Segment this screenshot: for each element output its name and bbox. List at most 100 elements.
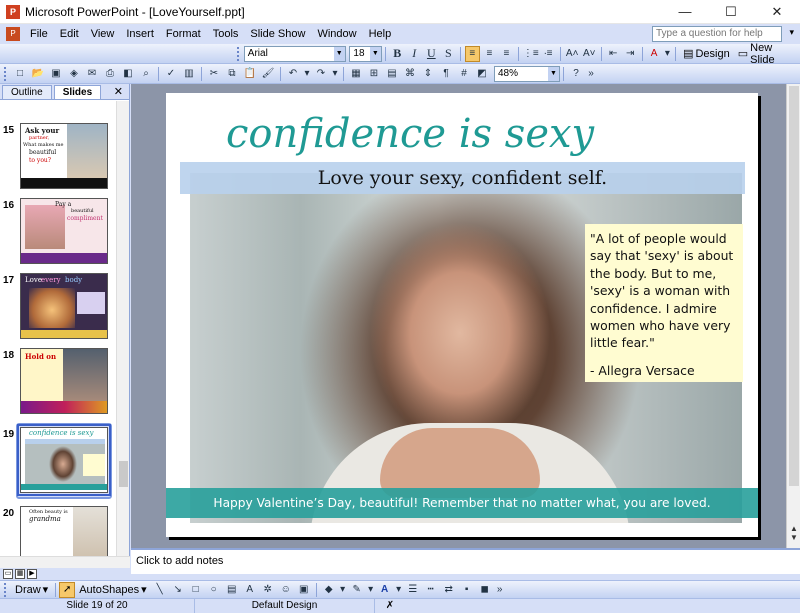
wordart-icon[interactable]: A (242, 582, 258, 598)
align-center-icon[interactable]: ≡ (482, 46, 497, 62)
quote-textbox[interactable]: "A lot of people would say that 'sexy' i… (585, 224, 743, 382)
slide-show-icon[interactable]: ▶ (27, 569, 37, 579)
line-color-icon[interactable]: ✎ (349, 582, 365, 598)
chevron-down-icon[interactable]: ▾ (303, 66, 311, 82)
help-icon[interactable]: ? (568, 66, 584, 82)
increase-font-icon[interactable]: A˄ (565, 46, 580, 62)
thumbnails-h-scrollbar[interactable] (0, 556, 130, 568)
scroll-thumb[interactable] (789, 86, 799, 486)
align-right-icon[interactable]: ≡ (499, 46, 514, 62)
scroll-thumb[interactable] (119, 461, 128, 487)
toolbar-grip[interactable] (236, 46, 240, 61)
arrow-style-icon[interactable]: ⇄ (441, 582, 457, 598)
menu-tools[interactable]: Tools (207, 28, 245, 40)
close-pane-icon[interactable]: ✕ (114, 85, 123, 98)
oval-icon[interactable]: ○ (206, 582, 222, 598)
insert-picture-icon[interactable]: ▣ (296, 582, 312, 598)
menu-format[interactable]: Format (160, 28, 207, 40)
spelling-icon[interactable]: ✓ (163, 66, 179, 82)
chevron-down-icon[interactable]: ▾ (339, 582, 347, 598)
prev-next-slide-icon[interactable]: ▲ ▼ (787, 524, 800, 542)
underline-button[interactable]: U (424, 46, 439, 62)
dash-style-icon[interactable]: ┅ (423, 582, 439, 598)
decrease-font-icon[interactable]: A˅ (582, 46, 597, 62)
shadow-button[interactable]: S (441, 46, 456, 62)
show-grid-icon[interactable]: # (456, 66, 472, 82)
align-left-icon[interactable]: ≡ (464, 45, 480, 62)
slide-thumbnail-17[interactable]: 17 Love every body (0, 273, 116, 345)
spelling-status-icon[interactable]: ✗ (375, 599, 405, 613)
cut-icon[interactable]: ✂ (206, 66, 222, 82)
undo-icon[interactable]: ↶ (285, 66, 301, 82)
research-icon[interactable]: ⌕ (138, 66, 154, 82)
increase-indent-icon[interactable]: ⇥ (623, 46, 638, 62)
chevron-down-icon[interactable]: ▾ (395, 582, 403, 598)
slide-thumbnail-16[interactable]: 16 Pay a beautiful compliment (0, 198, 116, 270)
clip-art-icon[interactable]: ☺ (278, 582, 294, 598)
minimize-button[interactable]: — (662, 0, 708, 24)
diagram-icon[interactable]: ✲ (260, 582, 276, 598)
slide-thumbnail-18[interactable]: 18 Hold on (0, 348, 116, 420)
tab-outline[interactable]: Outline (2, 85, 52, 99)
paste-icon[interactable]: 📋 (242, 66, 258, 82)
line-style-icon[interactable]: ☰ (405, 582, 421, 598)
new-document-icon[interactable]: □ (12, 66, 28, 82)
slide-thumbnail-20[interactable]: 20 Often beauty is grandma (0, 506, 116, 556)
decrease-indent-icon[interactable]: ⇤ (606, 46, 621, 62)
bold-button[interactable]: B (390, 46, 405, 62)
powerpoint-app-icon[interactable]: P (6, 4, 20, 19)
toolbar-options-icon[interactable]: » (586, 66, 596, 82)
chevron-down-icon[interactable]: ▼ (369, 46, 381, 61)
email-icon[interactable]: ✉ (84, 66, 100, 82)
autoshapes-button[interactable]: AutoShapes ▾ (75, 583, 150, 597)
normal-view-icon[interactable]: ▭ (3, 569, 13, 579)
slide-title[interactable]: confidence is sexy (226, 111, 646, 157)
insert-table-icon[interactable]: ⊞ (366, 66, 382, 82)
font-name-select[interactable]: Arial ▼ (243, 45, 346, 62)
notes-pane[interactable]: Click to add notes (131, 548, 800, 574)
design-template-name[interactable]: Default Design (195, 598, 375, 613)
copy-icon[interactable]: ⧉ (224, 66, 240, 82)
menu-file[interactable]: File (24, 28, 54, 40)
toolbar-options-icon[interactable]: » (495, 582, 505, 598)
slide-scrollbar[interactable]: ▲ ▼ (786, 84, 800, 548)
format-painter-icon[interactable]: 🖌 (260, 66, 276, 82)
font-color-icon[interactable]: A (647, 46, 662, 62)
font-color-icon[interactable]: A (377, 582, 393, 598)
show-formatting-icon[interactable]: ¶ (438, 66, 454, 82)
rectangle-icon[interactable]: □ (188, 582, 204, 598)
maximize-button[interactable]: ☐ (708, 0, 754, 24)
line-icon[interactable]: ╲ (152, 582, 168, 598)
insert-hyperlink-icon[interactable]: ⌘ (402, 66, 418, 82)
numbering-icon[interactable]: ⋮≡ (523, 46, 539, 62)
open-folder-icon[interactable]: 📂 (30, 66, 46, 82)
research-book-icon[interactable]: ▥ (181, 66, 197, 82)
draw-menu-button[interactable]: Draw ▾ (11, 583, 52, 597)
expand-all-icon[interactable]: ⇕ (420, 66, 436, 82)
menu-edit[interactable]: Edit (54, 28, 85, 40)
slide-sorter-icon[interactable]: ▦ (15, 569, 25, 579)
permission-icon[interactable]: ◈ (66, 66, 82, 82)
print-icon[interactable]: ⎙ (102, 66, 118, 82)
color-grayscale-icon[interactable]: ◩ (474, 66, 490, 82)
font-size-select[interactable]: 18 ▼ (349, 45, 382, 62)
shadow-style-icon[interactable]: ▪ (459, 582, 475, 598)
document-icon[interactable]: P (6, 27, 20, 41)
current-slide[interactable]: confidence is sexy Love your sexy, confi… (166, 93, 758, 537)
slide-thumbnail-19[interactable]: 19 confidence is sexy (0, 423, 116, 499)
thumbnails-scrollbar[interactable] (116, 101, 129, 556)
ask-dropdown-icon[interactable]: ▾ (789, 27, 794, 38)
chevron-down-icon[interactable]: ▾ (367, 582, 375, 598)
menu-view[interactable]: View (85, 28, 121, 40)
chevron-down-icon[interactable]: ▼ (333, 46, 345, 61)
slide-subtitle[interactable]: Love your sexy, confident self. (180, 167, 745, 189)
insert-chart-icon[interactable]: ▦ (348, 66, 364, 82)
design-button[interactable]: ▤ Design (679, 47, 734, 61)
valentine-banner[interactable]: Happy Valentine’s Day, beautiful! Rememb… (166, 488, 758, 518)
menu-slide-show[interactable]: Slide Show (244, 28, 311, 40)
bullets-icon[interactable]: ∙≡ (541, 46, 556, 62)
menu-insert[interactable]: Insert (120, 28, 160, 40)
zoom-select[interactable]: 48% ▼ (494, 65, 560, 82)
select-objects-icon[interactable]: ➚ (59, 581, 76, 598)
italic-button[interactable]: I (407, 46, 422, 62)
